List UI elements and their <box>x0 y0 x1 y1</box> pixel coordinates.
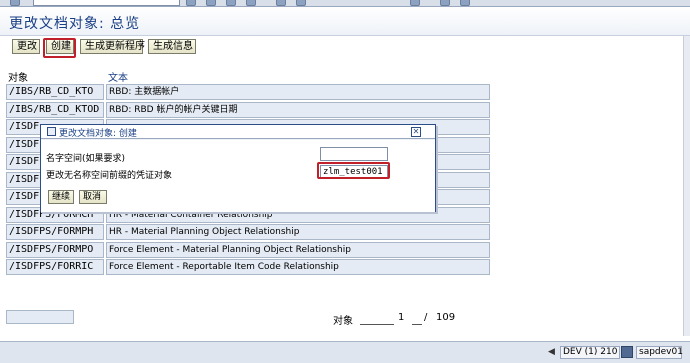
pager-current[interactable]: 1 <box>398 312 404 323</box>
pager-total: 109 <box>436 312 456 323</box>
new-session-icon[interactable] <box>410 0 420 6</box>
dialog-icon <box>47 127 56 136</box>
text-cell[interactable]: Force Element - Material Planning Object… <box>106 241 490 258</box>
text-cell[interactable]: HR - Material Planning Object Relationsh… <box>106 224 490 240</box>
vertical-scrollbar[interactable] <box>683 36 690 336</box>
text-cell[interactable]: RBD: 主数据帐户 <box>106 84 490 100</box>
column-header-text: 文本 <box>108 73 128 84</box>
object-cell[interactable]: /IBS/RB_CD_KTOD <box>6 101 104 118</box>
object-cell[interactable]: /ISDFPS/FORRIC <box>6 259 104 275</box>
namespace-input[interactable] <box>320 147 388 161</box>
page-title: 更改文档对象: 总览 <box>9 16 141 32</box>
table-row[interactable]: /IBS/RB_CD_KTOD RBD: RBD 帐户的帐户关键日期 <box>6 101 490 118</box>
column-header-object: 对象 <box>8 73 28 84</box>
position-button[interactable] <box>6 310 74 324</box>
layout-icon[interactable] <box>460 0 470 6</box>
pager-separator: / <box>424 312 428 323</box>
pager-label: 对象 <box>333 316 353 327</box>
table-row[interactable]: /ISDFPS/FORRIC Force Element - Reportable… <box>6 259 490 275</box>
save-icon[interactable] <box>186 0 196 6</box>
find-icon[interactable] <box>296 0 306 6</box>
object-label: 更改无名称空间前缀的凭证对象 <box>46 171 173 181</box>
create-button-highlight <box>43 38 76 58</box>
command-field[interactable] <box>33 0 180 6</box>
system-info: DEV (1) 210 <box>560 346 620 359</box>
generation-info-button[interactable]: 生成信息 <box>148 39 196 54</box>
back-icon[interactable] <box>206 0 216 6</box>
object-cell[interactable]: /ISDFPS/FORMPO <box>6 241 104 258</box>
system-icon[interactable] <box>621 346 633 358</box>
object-input-highlight <box>317 162 390 179</box>
generate-update-program-button[interactable]: 生成更新程序 <box>80 39 145 54</box>
table-row[interactable]: /IBS/RB_CD_KTO RBD: 主数据帐户 <box>6 84 490 100</box>
title-bar: 更改文档对象: 总览 <box>0 7 690 36</box>
change-button[interactable]: 更改 <box>12 39 40 54</box>
help-icon[interactable] <box>440 0 450 6</box>
enter-icon[interactable] <box>10 0 20 6</box>
text-cell[interactable]: Force Element - Reportable Item Code Rel… <box>106 259 490 275</box>
system-toolbar <box>0 0 690 7</box>
cancel-button[interactable]: 取消 <box>79 190 107 204</box>
dialog-title: 更改文档对象: 创建 <box>59 129 137 139</box>
status-bar: ◀ DEV (1) 210 sapdev01 <box>0 341 690 363</box>
continue-button[interactable]: 继续 <box>48 190 74 204</box>
object-cell[interactable]: /IBS/RB_CD_KTO <box>6 84 104 100</box>
application-toolbar: 更改 创建 生成更新程序 生成信息 <box>0 36 690 58</box>
close-icon[interactable]: ✕ <box>411 127 421 137</box>
exit-icon[interactable] <box>226 0 236 6</box>
namespace-label: 名字空间(如果要求) <box>46 154 126 164</box>
status-arrow-icon[interactable]: ◀ <box>548 347 555 357</box>
dialog-titlebar: 更改文档对象: 创建 ✕ <box>41 125 435 139</box>
print-icon[interactable] <box>276 0 286 6</box>
table-row[interactable]: /ISDFPS/FORMPO Force Element - Material P… <box>6 241 490 258</box>
object-cell[interactable]: /ISDFPS/FORMPH <box>6 224 104 240</box>
pager-underline <box>360 324 394 325</box>
table-row[interactable]: /ISDFPS/FORMPH HR - Material Planning Obj… <box>6 224 490 240</box>
pager-underline-2 <box>412 324 422 325</box>
text-cell[interactable]: RBD: RBD 帐户的帐户关键日期 <box>106 101 490 118</box>
host-info: sapdev01 <box>636 346 683 359</box>
cancel-icon[interactable] <box>246 0 256 6</box>
